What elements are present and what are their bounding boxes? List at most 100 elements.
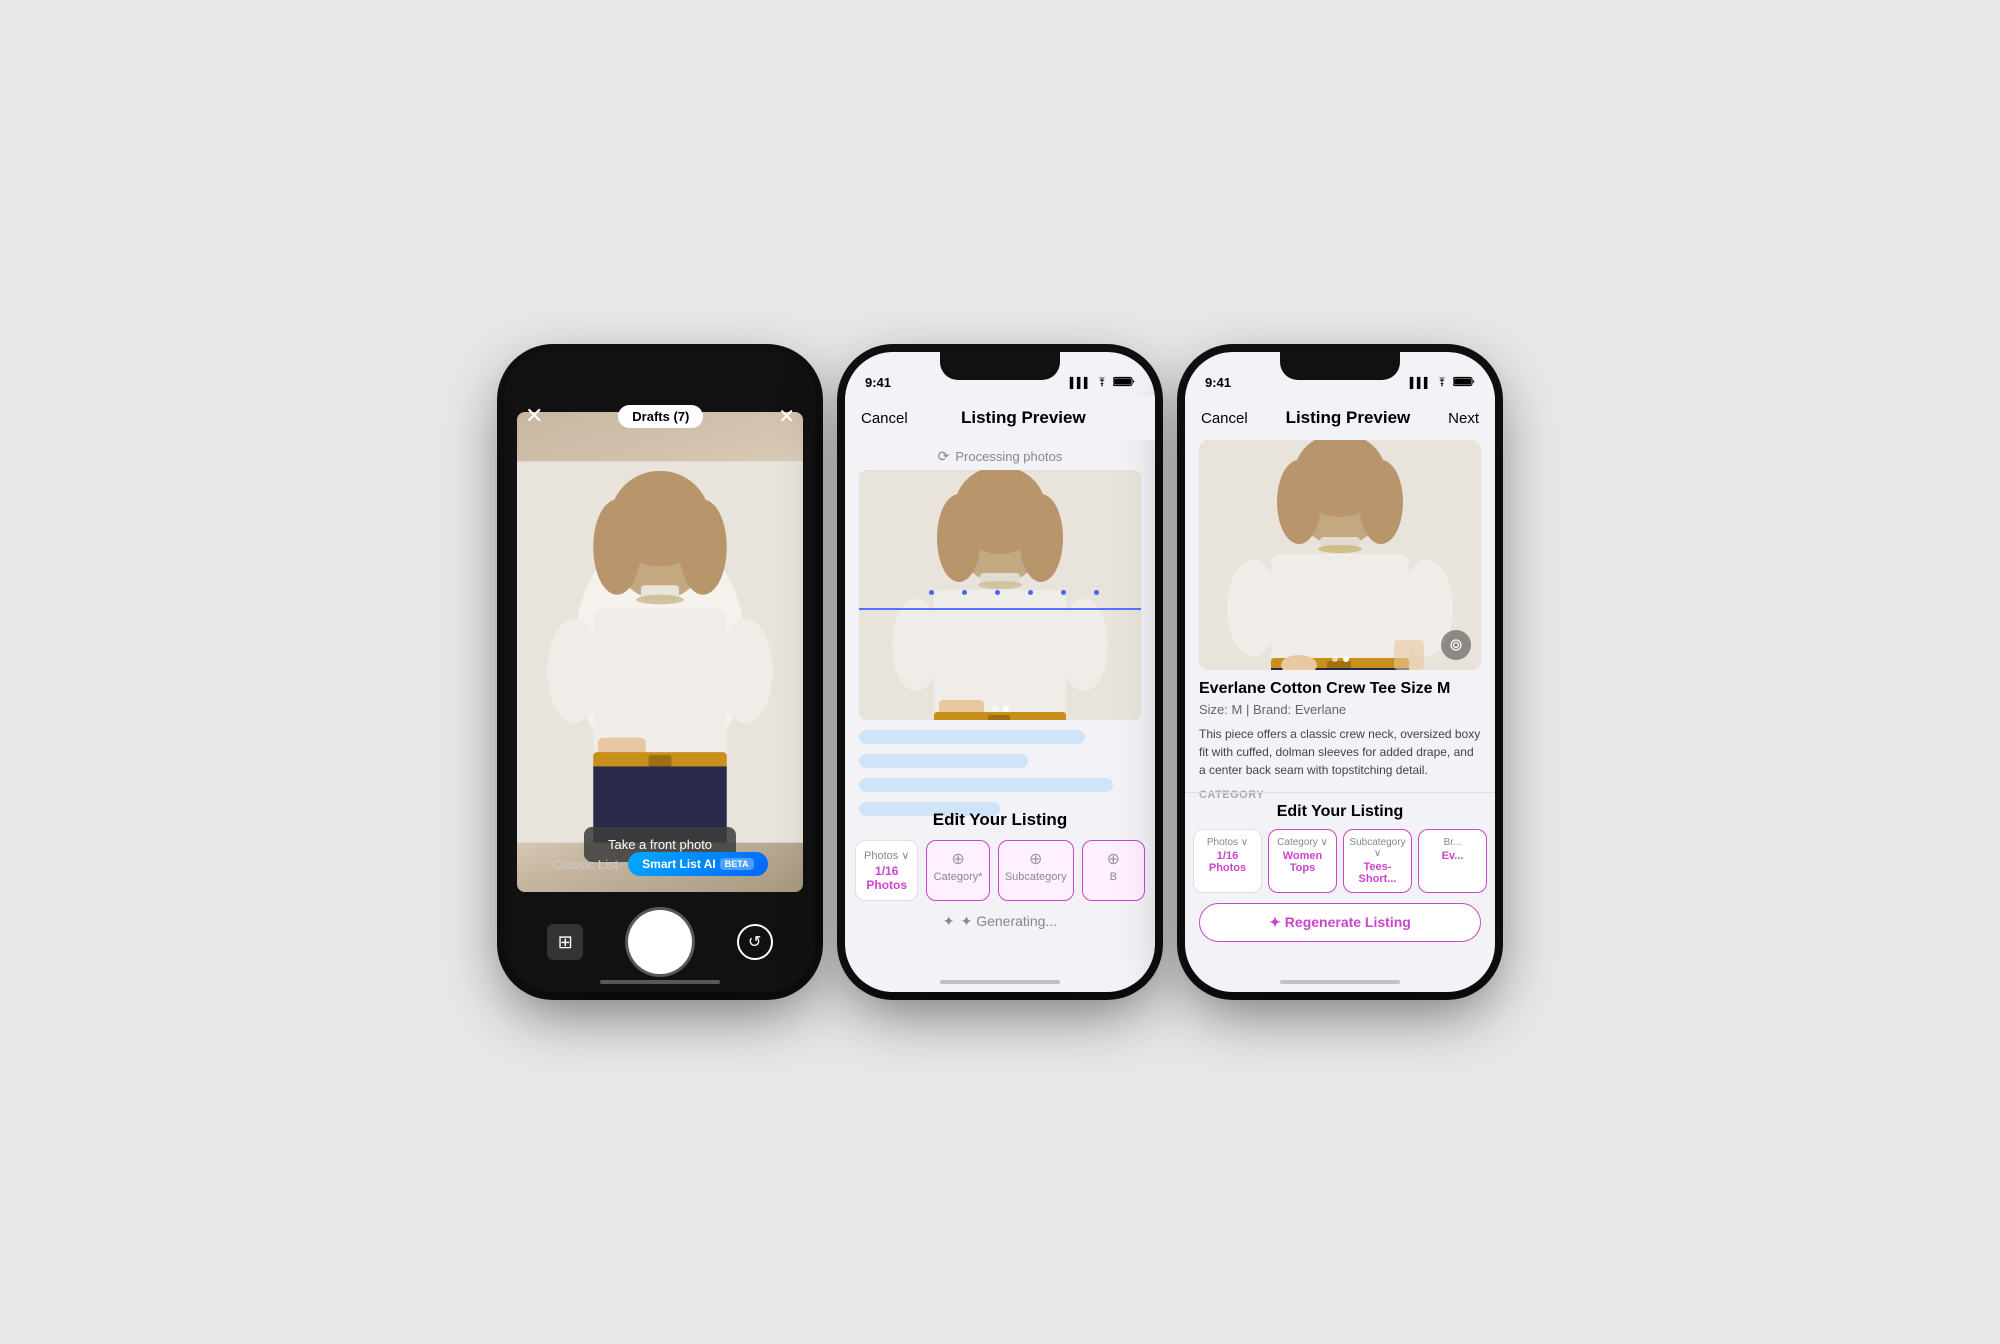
scan-line	[859, 608, 1141, 610]
gallery-button[interactable]: ⊞	[547, 924, 583, 960]
result-image-container	[1199, 440, 1481, 670]
tab-brand-2[interactable]: ⊕ B	[1082, 840, 1145, 901]
home-indicator-1	[600, 980, 720, 984]
result-tab-category-value: Women Tops	[1273, 850, 1332, 874]
status-time-3: 9:41	[1205, 375, 1231, 390]
classic-list-label[interactable]: Classic List	[552, 857, 618, 872]
tab-photos-2[interactable]: Photos ∨ 1/16 Photos	[855, 840, 918, 901]
category-icon: ⊕	[933, 849, 982, 869]
edit-listing-title-2: Edit Your Listing	[845, 798, 1155, 840]
camera-bottom-bar: ⊞ ↺	[505, 892, 815, 992]
result-tab-photos-label: Photos ∨	[1198, 837, 1257, 848]
generating-icon: ✦	[943, 913, 955, 930]
drafts-button[interactable]: Drafts (7)	[618, 405, 703, 428]
scan-dot	[929, 590, 934, 595]
result-tab-brand[interactable]: Br... Ev...	[1418, 829, 1487, 893]
notch-2	[940, 352, 1060, 380]
phone1-screen: ✕ Drafts (7) ✕	[505, 352, 815, 992]
result-edit-title: Edit Your Listing	[1185, 792, 1495, 829]
generating-bar: ✦ ✦ Generating...	[845, 901, 1155, 942]
result-tab-subcategory-label: Subcategory ∨	[1348, 837, 1407, 859]
home-indicator-2	[940, 980, 1060, 984]
tab-photos-value: 1/16 Photos	[862, 864, 911, 892]
scan-dot	[1061, 590, 1066, 595]
flip-camera-button[interactable]: ↺	[737, 924, 773, 960]
scan-dot	[962, 590, 967, 595]
flip-icon: ↺	[748, 932, 761, 952]
processing-banner: ⟳ Processing photos	[845, 440, 1155, 473]
home-indicator-3	[1280, 980, 1400, 984]
tab-photos-label: Photos ∨	[862, 849, 911, 862]
tab-brand-label: B	[1089, 871, 1138, 883]
result-tab-subcategory-value: Tees- Short...	[1348, 861, 1407, 885]
scan-dot	[995, 590, 1000, 595]
cancel-button-2[interactable]: Cancel	[861, 410, 908, 427]
edit-tabs-2: Photos ∨ 1/16 Photos ⊕ Category* ⊕ Subca…	[845, 840, 1155, 901]
result-tab-photos-value: 1/16 Photos	[1198, 850, 1257, 874]
tab-subcategory-label: Subcategory	[1005, 871, 1067, 883]
loading-bar-3	[859, 778, 1113, 792]
camera-top-bar: ✕ Drafts (7) ✕	[505, 396, 815, 436]
notch-1	[600, 352, 720, 380]
processing-icon: ⟳	[938, 448, 950, 465]
loading-bar-2	[859, 754, 1028, 768]
listing-description: This piece offers a classic crew neck, o…	[1199, 725, 1481, 779]
nav-title-2: Listing Preview	[961, 408, 1086, 428]
tab-subcategory-2[interactable]: ⊕ Subcategory	[998, 840, 1074, 901]
result-tab-category-label: Category ∨	[1273, 837, 1332, 848]
result-edit-listing-section: Edit Your Listing Photos ∨ 1/16 Photos C…	[1185, 792, 1495, 942]
subcategory-icon: ⊕	[1005, 849, 1067, 869]
result-tab-subcategory[interactable]: Subcategory ∨ Tees- Short...	[1343, 829, 1412, 893]
listing-details: Everlane Cotton Crew Tee Size M Size: M …	[1199, 680, 1481, 809]
close-button[interactable]: ✕	[525, 403, 543, 429]
phone-camera: ✕ Drafts (7) ✕	[505, 352, 815, 992]
status-icons-2: ▌▌▌	[1070, 376, 1135, 390]
nav-title-3: Listing Preview	[1286, 408, 1411, 428]
result-tab-brand-value: Ev...	[1423, 850, 1482, 862]
result-tab-brand-label: Br...	[1423, 837, 1482, 848]
result-tabs: Photos ∨ 1/16 Photos Category ∨ Women To…	[1185, 829, 1495, 893]
phone2-screen: 9:41 ▌▌▌ Cancel Listing Preview	[845, 352, 1155, 992]
phones-container: ✕ Drafts (7) ✕	[505, 352, 1495, 992]
beta-badge: BETA	[720, 858, 754, 870]
listing-product-title: Everlane Cotton Crew Tee Size M	[1199, 680, 1481, 698]
phone-result: 9:41 ▌▌▌ Cancel Listing Preview Next	[1185, 352, 1495, 992]
processing-text: Processing photos	[955, 449, 1062, 464]
result-tab-photos[interactable]: Photos ∨ 1/16 Photos	[1193, 829, 1262, 893]
cancel-button-3[interactable]: Cancel	[1201, 410, 1248, 427]
wifi-icon-2	[1095, 377, 1109, 390]
flash-button[interactable]: ✕	[778, 404, 795, 429]
scan-dot	[1028, 590, 1033, 595]
smart-list-label: Smart List AI	[642, 857, 716, 871]
shutter-button[interactable]	[628, 910, 692, 974]
smart-list-button[interactable]: Smart List AI BETA	[628, 852, 767, 876]
status-icons-3: ▌▌▌	[1410, 376, 1475, 390]
signal-icon-2: ▌▌▌	[1070, 378, 1091, 389]
gallery-icon: ⊞	[558, 932, 573, 953]
ind-3-2	[1343, 656, 1349, 662]
result-tab-category[interactable]: Category ∨ Women Tops	[1268, 829, 1337, 893]
generating-text: ✦ Generating...	[961, 913, 1058, 930]
scan-dots	[915, 590, 1112, 595]
nav-bar-2: Cancel Listing Preview	[845, 396, 1155, 440]
edit-listing-section-2: Edit Your Listing Photos ∨ 1/16 Photos ⊕…	[845, 798, 1155, 942]
listing-type-bar: Classic List Smart List AI BETA	[505, 844, 815, 884]
image-indicators-3	[1199, 656, 1481, 662]
result-image	[1199, 440, 1481, 670]
battery-icon-3	[1453, 376, 1475, 390]
phone3-screen: 9:41 ▌▌▌ Cancel Listing Preview Next	[1185, 352, 1495, 992]
loading-bar-1	[859, 730, 1085, 744]
regenerate-button[interactable]: ✦ Regenerate Listing	[1199, 903, 1481, 942]
image-indicators-2	[859, 706, 1141, 712]
indicator-1	[992, 706, 998, 712]
camera-viewfinder: Take a front photo	[517, 412, 803, 892]
camera-image: Take a front photo	[517, 412, 803, 892]
signal-icon-3: ▌▌▌	[1410, 378, 1431, 389]
tab-category-label: Category*	[933, 871, 982, 883]
ind-3-1	[1332, 656, 1338, 662]
listing-image-processing	[859, 470, 1141, 720]
next-button-3[interactable]: Next	[1448, 410, 1479, 427]
tab-category-2[interactable]: ⊕ Category*	[926, 840, 989, 901]
nav-bar-3: Cancel Listing Preview Next	[1185, 396, 1495, 440]
indicator-2	[1003, 706, 1009, 712]
